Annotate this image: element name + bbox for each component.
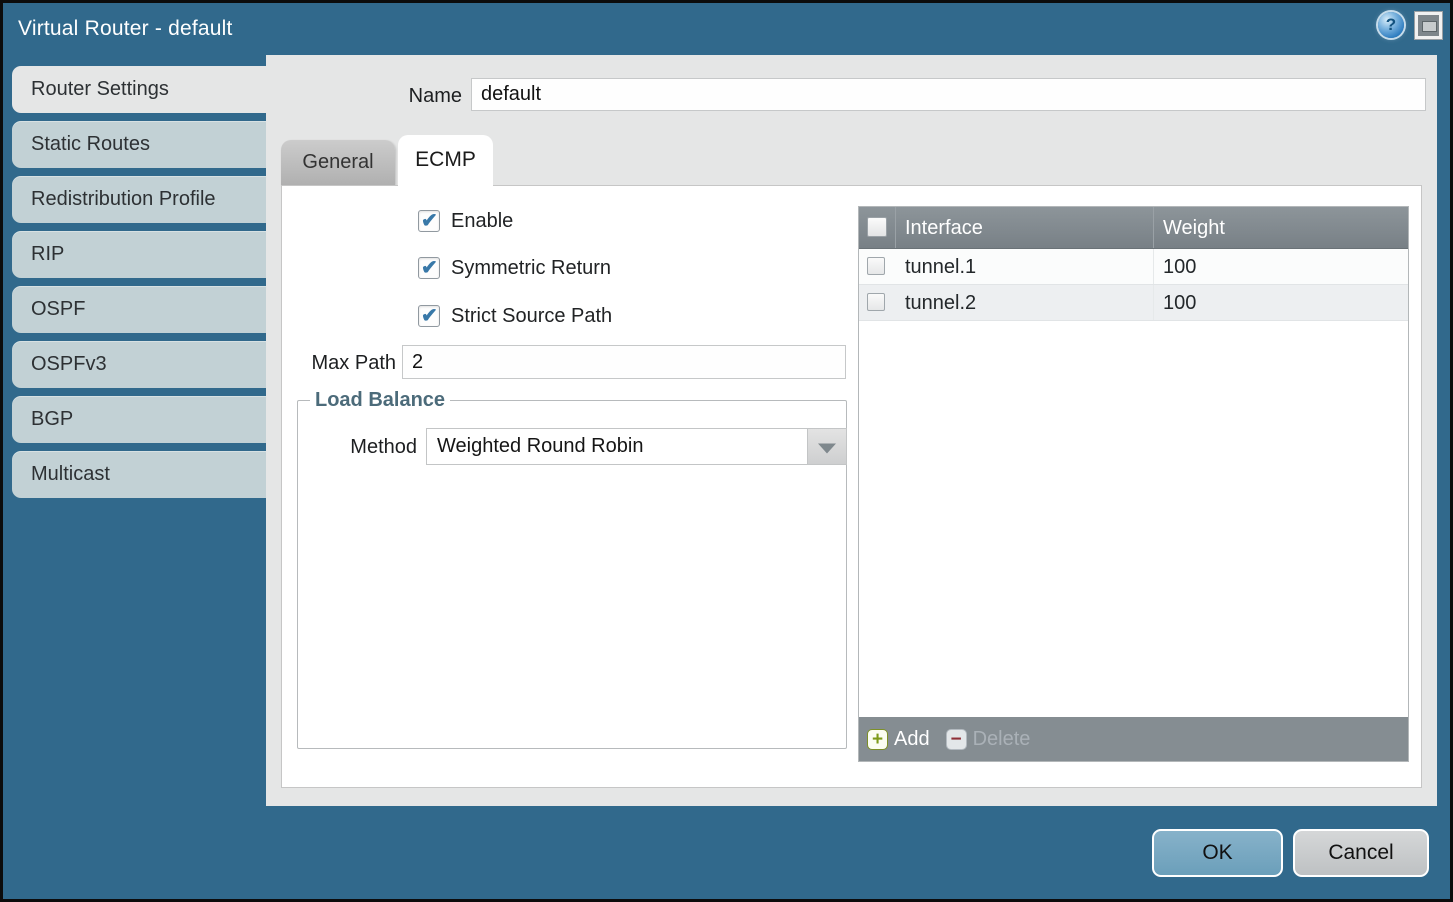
method-label: Method: [298, 428, 417, 466]
weight-cell: 100: [1154, 249, 1408, 284]
name-label: Name: [266, 85, 462, 108]
strict-source-path-checkbox[interactable]: [418, 305, 440, 327]
select-all-checkbox[interactable]: [867, 217, 887, 237]
interface-table-header: Interface Weight: [859, 207, 1408, 249]
enable-label: Enable: [451, 210, 513, 233]
plus-icon: +: [867, 729, 888, 750]
table-row[interactable]: tunnel.1 100: [859, 249, 1408, 285]
add-button[interactable]: + Add: [867, 728, 930, 751]
content-area: Name General ECMP Enable Symmetric Retur…: [266, 55, 1437, 806]
ecmp-tab-panel: Enable Symmetric Return Strict Source Pa…: [281, 185, 1422, 788]
cancel-button[interactable]: Cancel: [1293, 829, 1429, 877]
method-dropdown[interactable]: Weighted Round Robin: [426, 428, 847, 465]
sidebar-item-router-settings[interactable]: Router Settings: [12, 66, 266, 113]
interface-table-toolbar: + Add − Delete: [859, 717, 1408, 761]
method-row: Method Weighted Round Robin: [298, 428, 846, 466]
max-path-input[interactable]: [402, 345, 846, 379]
load-balance-legend: Load Balance: [310, 389, 450, 412]
tab-ecmp[interactable]: ECMP: [398, 135, 493, 186]
table-row[interactable]: tunnel.2 100: [859, 285, 1408, 321]
interface-cell: tunnel.1: [896, 249, 1154, 284]
minus-icon: −: [946, 729, 967, 750]
max-path-label: Max Path: [282, 352, 396, 375]
interface-cell: tunnel.2: [896, 285, 1154, 320]
interface-column-header: Interface: [896, 207, 1154, 248]
row-select-cell: [859, 249, 896, 284]
row-select-cell: [859, 285, 896, 320]
help-icon[interactable]: ?: [1378, 12, 1404, 38]
sidebar-item-rip[interactable]: RIP: [12, 231, 266, 278]
row-checkbox[interactable]: [867, 293, 885, 311]
method-dropdown-value: Weighted Round Robin: [427, 429, 807, 464]
sidebar: Router Settings Static Routes Redistribu…: [12, 66, 266, 506]
select-all-cell: [859, 207, 896, 248]
weight-column-header: Weight: [1154, 207, 1408, 248]
title-bar: Virtual Router - default ?: [3, 3, 1450, 55]
name-input[interactable]: [471, 78, 1426, 111]
chevron-down-icon[interactable]: [807, 429, 846, 464]
load-balance-fieldset: Load Balance Method Weighted Round Robin: [297, 389, 847, 749]
sidebar-item-ospfv3[interactable]: OSPFv3: [12, 341, 266, 388]
sidebar-item-redistribution-profile[interactable]: Redistribution Profile: [12, 176, 266, 223]
weight-cell: 100: [1154, 285, 1408, 320]
sidebar-item-static-routes[interactable]: Static Routes: [12, 121, 266, 168]
ok-button[interactable]: OK: [1152, 829, 1283, 877]
enable-checkbox[interactable]: [418, 210, 440, 232]
dialog-title: Virtual Router - default: [18, 3, 233, 55]
sidebar-item-bgp[interactable]: BGP: [12, 396, 266, 443]
delete-button-label: Delete: [973, 728, 1031, 751]
tab-general[interactable]: General: [281, 140, 395, 185]
restore-window-icon[interactable]: [1415, 12, 1442, 39]
sidebar-item-multicast[interactable]: Multicast: [12, 451, 266, 498]
symmetric-return-label: Symmetric Return: [451, 257, 611, 280]
strict-source-path-label: Strict Source Path: [451, 305, 612, 328]
row-checkbox[interactable]: [867, 257, 885, 275]
virtual-router-dialog: Virtual Router - default ? Router Settin…: [0, 0, 1453, 902]
symmetric-return-checkbox[interactable]: [418, 257, 440, 279]
interface-table: Interface Weight tunnel.1 100 tunnel.2 1…: [858, 206, 1409, 762]
sidebar-item-ospf[interactable]: OSPF: [12, 286, 266, 333]
add-button-label: Add: [894, 728, 930, 751]
delete-button[interactable]: − Delete: [946, 728, 1031, 751]
